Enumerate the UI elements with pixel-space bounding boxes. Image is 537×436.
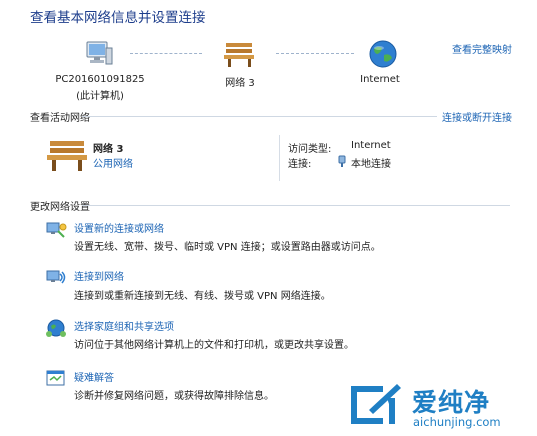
active-network-name: 网络 3: [93, 144, 124, 155]
vertical-separator: [279, 135, 280, 181]
computer-subtitle: (此计算机): [76, 91, 124, 102]
see-full-map-link[interactable]: 查看完整映射: [452, 41, 512, 56]
troubleshoot-link[interactable]: 疑难解答: [74, 369, 114, 384]
bench-icon[interactable]: [222, 40, 258, 68]
local-connection-link[interactable]: 本地连接: [351, 155, 391, 170]
setup-new-connection-link[interactable]: 设置新的连接或网络: [74, 220, 164, 235]
connect-disconnect-link[interactable]: 连接或断开连接: [442, 109, 512, 124]
new-connection-icon: [44, 219, 68, 243]
setup-new-connection-desc: 设置无线、宽带、拨号、临时或 VPN 连接；或设置路由器或访问点。: [74, 242, 381, 253]
section-divider: [82, 116, 437, 117]
ethernet-plug-icon: [337, 153, 347, 167]
section-divider: [82, 205, 510, 206]
homegroup-sharing-desc: 访问位于其他网络计算机上的文件和打印机，或更改共享设置。: [74, 340, 354, 351]
bench-icon[interactable]: [45, 138, 91, 172]
watermark-logo: [347, 380, 403, 430]
map-connector-line: [130, 53, 202, 55]
computer-icon[interactable]: [84, 40, 114, 68]
homegroup-sharing-link[interactable]: 选择家庭组和共享选项: [74, 318, 174, 333]
watermark-url: aichunjing.com: [413, 415, 501, 429]
watermark-text: 爱纯净: [412, 388, 491, 417]
troubleshoot-icon: [44, 367, 68, 391]
homegroup-icon: [44, 316, 68, 340]
active-networks-title: 查看活动网络: [30, 113, 90, 124]
internet-node-name: Internet: [360, 74, 400, 85]
connect-to-network-desc: 连接到或重新连接到无线、有线、拨号或 VPN 网络连接。: [74, 291, 331, 302]
map-connector-line: [276, 53, 354, 55]
connect-to-network-link[interactable]: 连接到网络: [74, 268, 124, 283]
access-type-label: 访问类型:: [288, 144, 332, 155]
connect-network-icon: [44, 266, 68, 290]
computer-name: PC201601091825: [55, 74, 145, 85]
access-type-value: Internet: [351, 140, 391, 151]
change-settings-title: 更改网络设置: [30, 202, 90, 213]
connection-label: 连接:: [288, 159, 312, 170]
page-title: 查看基本网络信息并设置连接: [30, 10, 206, 26]
troubleshoot-desc: 诊断并修复网络问题，或获得故障排除信息。: [74, 391, 274, 402]
globe-icon[interactable]: [368, 39, 398, 69]
network-type-link[interactable]: 公用网络: [93, 155, 133, 170]
network-node-name: 网络 3: [225, 78, 255, 89]
